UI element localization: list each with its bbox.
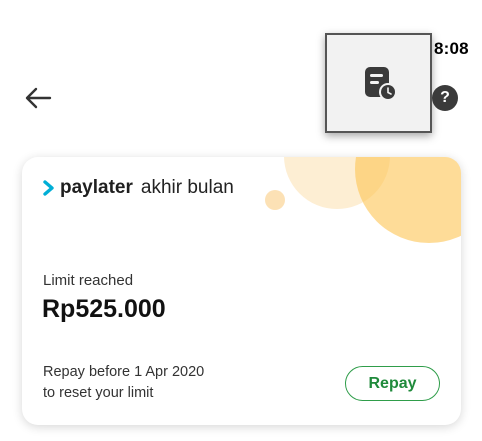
back-button[interactable] xyxy=(22,84,54,112)
chevron-logo-icon xyxy=(43,180,54,196)
paylater-card: paylater akhir bulan Limit reached Rp525… xyxy=(22,157,461,425)
brand-suffix: akhir bulan xyxy=(140,177,234,198)
repay-note-line: to reset your limit xyxy=(43,385,154,401)
help-button[interactable]: ? xyxy=(432,85,458,111)
paylater-screen: 8:08 ? paylater akhir bulan Limit reache… xyxy=(0,0,482,441)
limit-label: Limit reached xyxy=(43,272,134,289)
repay-note-line: Repay before 1 Apr 2020 xyxy=(43,364,205,380)
bill-history-icon xyxy=(364,67,397,101)
repay-note: Repay before 1 Apr 2020 to reset your li… xyxy=(43,362,263,404)
brand-name: paylater xyxy=(60,177,133,198)
decor-dot xyxy=(265,190,285,210)
repay-button[interactable]: Repay xyxy=(345,366,440,401)
paylater-brand: paylater akhir bulan xyxy=(42,177,234,199)
decor-circle xyxy=(355,157,461,243)
arrow-left-icon xyxy=(25,87,52,109)
status-time: 8:08 xyxy=(434,39,469,58)
bill-history-button[interactable] xyxy=(325,33,432,133)
limit-amount: Rp525.000 xyxy=(42,295,166,323)
